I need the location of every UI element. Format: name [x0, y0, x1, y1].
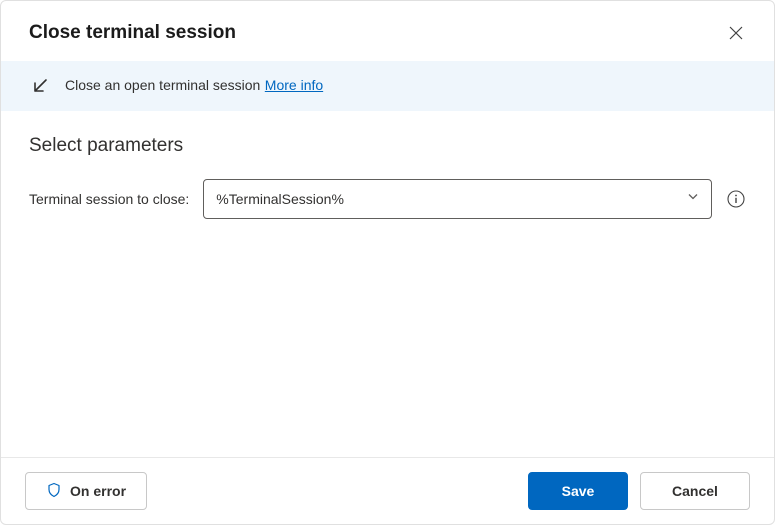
- footer-actions: Save Cancel: [528, 472, 750, 510]
- close-button[interactable]: [722, 19, 750, 47]
- dialog: Close terminal session Close an open ter…: [0, 0, 775, 525]
- terminal-session-select[interactable]: %TerminalSession%: [203, 179, 712, 219]
- dialog-footer: On error Save Cancel: [1, 457, 774, 524]
- dialog-title: Close terminal session: [29, 22, 236, 44]
- close-icon: [729, 26, 743, 40]
- cancel-button[interactable]: Cancel: [640, 472, 750, 510]
- select-value: %TerminalSession%: [216, 191, 344, 207]
- arrow-down-left-icon: [29, 75, 51, 97]
- parameter-row: Terminal session to close: %TerminalSess…: [29, 179, 746, 219]
- more-info-link[interactable]: More info: [265, 77, 323, 93]
- info-button[interactable]: [726, 189, 746, 209]
- shield-icon: [46, 482, 62, 501]
- on-error-label: On error: [70, 483, 126, 499]
- banner-content: Close an open terminal session More info: [65, 77, 323, 95]
- banner-description: Close an open terminal session: [65, 77, 260, 93]
- save-button[interactable]: Save: [528, 472, 628, 510]
- info-icon: [727, 190, 745, 208]
- on-error-button[interactable]: On error: [25, 472, 147, 510]
- parameter-label: Terminal session to close:: [29, 191, 189, 207]
- section-title: Select parameters: [29, 135, 746, 157]
- info-banner: Close an open terminal session More info: [1, 61, 774, 111]
- dialog-body: Select parameters Terminal session to cl…: [1, 111, 774, 457]
- select-wrapper: %TerminalSession%: [203, 179, 712, 219]
- dialog-header: Close terminal session: [1, 1, 774, 61]
